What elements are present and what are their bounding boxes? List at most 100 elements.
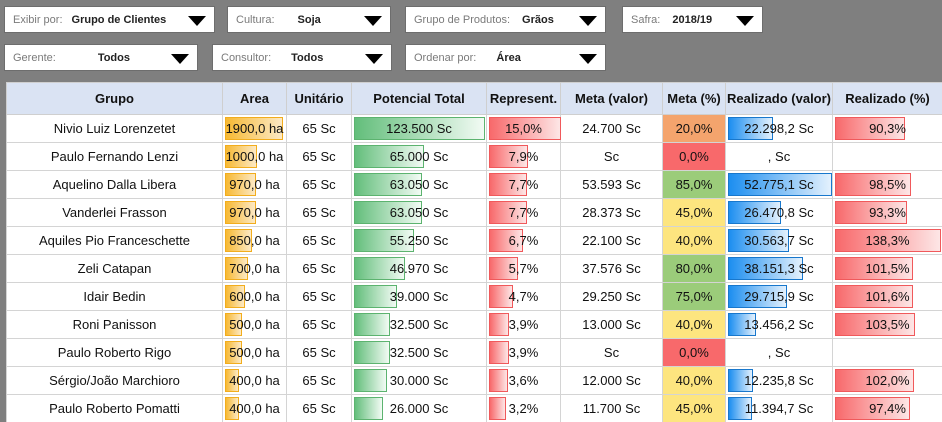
exibir-por-label: Exibir por: xyxy=(13,13,63,26)
cultura-dropdown[interactable]: Cultura: Soja xyxy=(227,6,391,33)
cell-represent: 3,9% xyxy=(486,310,561,339)
cell-area: 970,0 ha xyxy=(222,170,287,199)
chevron-down-icon[interactable] xyxy=(365,54,383,64)
table-row[interactable]: Sérgio/João Marchioro 400,0 ha 65 Sc 30.000… xyxy=(6,366,942,395)
cell-realizado-pct: 90,3% xyxy=(832,114,942,143)
col-header-meta-valor[interactable]: Meta (valor) xyxy=(560,82,663,115)
cell-represent: 4,7% xyxy=(486,282,561,311)
table-row[interactable]: Aquiles Pio Franceschette 850,0 ha 65 Sc 55… xyxy=(6,226,942,255)
cell-potencial: 46.970 Sc xyxy=(351,254,487,283)
cell-realizado-valor: 11.394,7 Sc xyxy=(725,394,833,422)
cell-realizado-pct: 101,6% xyxy=(832,282,942,311)
cell-realizado-valor: 12.235,8 Sc xyxy=(725,366,833,395)
col-header-meta-pct[interactable]: Meta (%) xyxy=(662,82,726,115)
cultura-label: Cultura: xyxy=(236,13,275,26)
col-header-area[interactable]: Area xyxy=(222,82,287,115)
table-row[interactable]: Nivio Luiz Lorenzetet 1900,0 ha 65 Sc 123.5… xyxy=(6,114,942,143)
cell-potencial: 32.500 Sc xyxy=(351,310,487,339)
table-row[interactable]: Zeli Catapan 700,0 ha 65 Sc 46.970 Sc 5,7% 37… xyxy=(6,254,942,283)
cell-realizado-valor: , Sc xyxy=(725,338,833,367)
chevron-down-icon[interactable] xyxy=(579,54,597,64)
cell-grupo: Roni Panisson xyxy=(6,310,223,339)
represent-bar xyxy=(489,341,509,364)
cell-potencial: 55.250 Sc xyxy=(351,226,487,255)
cell-realizado-pct: 98,5% xyxy=(832,170,942,199)
table-row[interactable]: Paulo Roberto Pomatti 400,0 ha 65 Sc 26.000… xyxy=(6,394,942,422)
cell-meta-valor: 28.373 Sc xyxy=(560,198,663,227)
cell-unitario: 65 Sc xyxy=(286,254,352,283)
cell-area: 400,0 ha xyxy=(222,366,287,395)
cell-unitario: 65 Sc xyxy=(286,310,352,339)
grupo-produtos-value: Grãos xyxy=(522,13,554,26)
cell-meta-valor: 53.593 Sc xyxy=(560,170,663,199)
cell-area: 500,0 ha xyxy=(222,338,287,367)
cell-meta-pct: 20,0% xyxy=(662,114,726,143)
exibir-por-value: Grupo de Clientes xyxy=(71,13,167,26)
cell-realizado-pct: 93,3% xyxy=(832,198,942,227)
cell-realizado-pct: 102,0% xyxy=(832,366,942,395)
cell-represent: 7,7% xyxy=(486,198,561,227)
cell-potencial: 39.000 Sc xyxy=(351,282,487,311)
col-header-grupo[interactable]: Grupo xyxy=(6,82,223,115)
chevron-down-icon[interactable] xyxy=(364,16,382,26)
clientes-table: Grupo Area Unitário Potencial Total Repr… xyxy=(6,82,942,422)
cell-realizado-valor: 30.563,7 Sc xyxy=(725,226,833,255)
represent-bar xyxy=(489,313,509,336)
col-header-realizado-pct[interactable]: Realizado (%) xyxy=(832,82,942,115)
table-row[interactable]: Paulo Fernando Lenzi 1000,0 ha 65 Sc 65.000… xyxy=(6,142,942,171)
col-header-represent[interactable]: Represent. xyxy=(486,82,561,115)
cell-meta-valor: 37.576 Sc xyxy=(560,254,663,283)
table-row[interactable]: Aquelino Dalla Libera 970,0 ha 65 Sc 63.050… xyxy=(6,170,942,199)
ordenar-por-dropdown[interactable]: Ordenar por: Área xyxy=(405,44,606,71)
exibir-por-dropdown[interactable]: Exibir por: Grupo de Clientes xyxy=(4,6,215,33)
col-header-potencial[interactable]: Potencial Total xyxy=(351,82,487,115)
cell-meta-pct: 45,0% xyxy=(662,394,726,422)
cell-realizado-valor: 22.298,2 Sc xyxy=(725,114,833,143)
cell-realizado-valor: , Sc xyxy=(725,142,833,171)
potencial-bar xyxy=(354,369,387,392)
grupo-produtos-dropdown[interactable]: Grupo de Produtos: Grãos xyxy=(405,6,606,33)
cell-meta-valor: Sc xyxy=(560,142,663,171)
cell-represent: 3,9% xyxy=(486,338,561,367)
col-header-unitario[interactable]: Unitário xyxy=(286,82,352,115)
chevron-down-icon[interactable] xyxy=(736,16,754,26)
cell-meta-valor: 22.100 Sc xyxy=(560,226,663,255)
cell-meta-pct: 80,0% xyxy=(662,254,726,283)
table-row[interactable]: Idair Bedin 600,0 ha 65 Sc 39.000 Sc 4,7% 29.… xyxy=(6,282,942,311)
cell-unitario: 65 Sc xyxy=(286,394,352,422)
table-row[interactable]: Vanderlei Frasson 970,0 ha 65 Sc 63.050 Sc 7… xyxy=(6,198,942,227)
cell-meta-valor: 11.700 Sc xyxy=(560,394,663,422)
cell-potencial: 30.000 Sc xyxy=(351,366,487,395)
cell-area: 1000,0 ha xyxy=(222,142,287,171)
cell-grupo: Paulo Roberto Pomatti xyxy=(6,394,223,422)
gerente-value: Todos xyxy=(97,51,130,64)
cell-potencial: 26.000 Sc xyxy=(351,394,487,422)
chevron-down-icon[interactable] xyxy=(188,16,206,26)
gerente-dropdown[interactable]: Gerente: Todos xyxy=(4,44,198,71)
chevron-down-icon[interactable] xyxy=(171,54,189,64)
cell-area: 500,0 ha xyxy=(222,310,287,339)
chevron-down-icon[interactable] xyxy=(579,16,597,26)
table-row[interactable]: Paulo Roberto Rigo 500,0 ha 65 Sc 32.500 Sc… xyxy=(6,338,942,367)
cell-unitario: 65 Sc xyxy=(286,226,352,255)
cell-potencial: 63.050 Sc xyxy=(351,170,487,199)
potencial-bar xyxy=(354,397,383,420)
col-header-realizado-valor[interactable]: Realizado (valor) xyxy=(725,82,833,115)
cell-meta-pct: 85,0% xyxy=(662,170,726,199)
cell-meta-valor: 13.000 Sc xyxy=(560,310,663,339)
cell-unitario: 65 Sc xyxy=(286,114,352,143)
safra-dropdown[interactable]: Safra: 2018/19 xyxy=(622,6,763,33)
cell-meta-valor: 29.250 Sc xyxy=(560,282,663,311)
cell-realizado-valor: 26.470,8 Sc xyxy=(725,198,833,227)
table-row[interactable]: Roni Panisson 500,0 ha 65 Sc 32.500 Sc 3,9% 1… xyxy=(6,310,942,339)
cell-grupo: Sérgio/João Marchioro xyxy=(6,366,223,395)
cell-unitario: 65 Sc xyxy=(286,142,352,171)
cell-grupo: Paulo Roberto Rigo xyxy=(6,338,223,367)
cell-grupo: Nivio Luiz Lorenzetet xyxy=(6,114,223,143)
cell-potencial: 63.050 Sc xyxy=(351,198,487,227)
cell-area: 850,0 ha xyxy=(222,226,287,255)
consultor-dropdown[interactable]: Consultor: Todos xyxy=(212,44,392,71)
cell-unitario: 65 Sc xyxy=(286,366,352,395)
cell-meta-pct: 40,0% xyxy=(662,226,726,255)
cell-area: 1900,0 ha xyxy=(222,114,287,143)
